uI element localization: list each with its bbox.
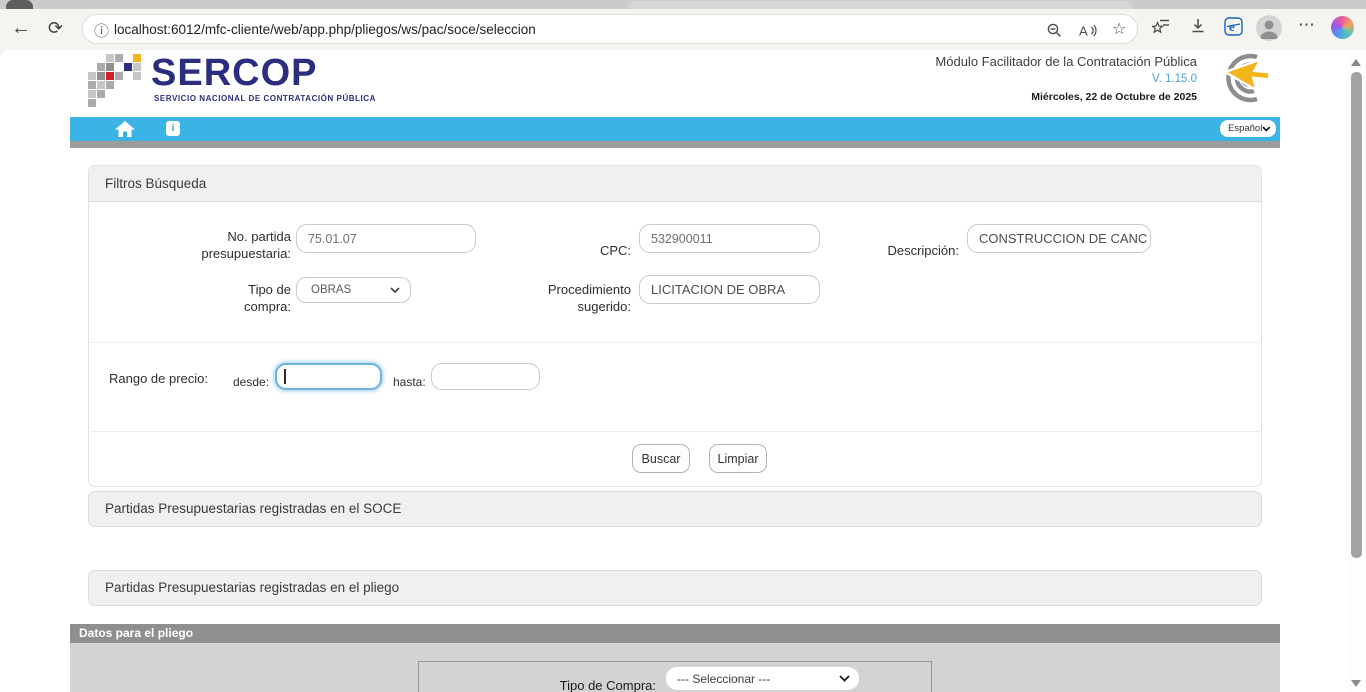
ie-mode-icon[interactable]: e [1224,17,1243,36]
page-scrollbar[interactable] [1347,50,1366,692]
cpc-label: CPC: [571,242,631,259]
partida-input[interactable] [296,224,476,253]
descripcion-input[interactable] [967,224,1151,253]
zoom-out-icon[interactable] [1047,23,1062,38]
url-text[interactable]: localhost:6012/mfc-cliente/web/app.php/p… [114,22,536,37]
read-aloud-icon[interactable]: A [1079,23,1098,38]
refresh-icon[interactable]: ⟳ [48,18,63,39]
address-bar[interactable]: ⓘ localhost:6012/mfc-cliente/web/app.php… [82,14,1138,44]
language-select[interactable]: Español [1220,120,1276,137]
filtros-panel: Filtros Búsqueda No. partida presupuesta… [88,165,1262,487]
nav-shadow-strip [70,141,1280,148]
cpc-input[interactable] [639,224,820,253]
filtros-header[interactable]: Filtros Búsqueda [89,166,1261,202]
browser-tab[interactable] [6,0,33,9]
divider [90,342,1260,343]
more-icon[interactable]: ⋯ [1298,15,1316,35]
chevron-down-icon [390,287,400,293]
browser-window: ← ⟳ ⓘ localhost:6012/mfc-cliente/web/app… [0,0,1366,692]
module-info: Módulo Facilitador de la Contratación Pú… [935,54,1197,103]
download-icon[interactable] [1190,18,1206,34]
svg-text:A: A [1079,24,1088,39]
mfc-logo [1197,50,1279,106]
back-icon[interactable]: ← [11,17,31,40]
procedimiento-input[interactable] [639,275,820,304]
scrollbar-thumb[interactable] [1351,72,1362,558]
hasta-label: hasta: [393,374,431,391]
profile-avatar[interactable] [1256,15,1282,41]
datos-pliego-box: Tipo de Compra: --- Seleccionar --- [418,661,932,692]
tipo-compra-select[interactable]: OBRAS [296,277,411,303]
sercop-logo-mosaic [88,54,150,112]
module-version: V. 1.15.0 [935,73,1197,85]
sercop-wordmark: SERCOP [151,52,317,95]
datos-pliego-area: Tipo de Compra: --- Seleccionar --- [70,643,1280,692]
text-caret [284,369,286,384]
partida-label: No. partida presupuestaria: [176,228,291,262]
copilot-icon[interactable] [1331,16,1354,39]
hasta-input[interactable] [431,363,540,390]
scrollbar-up-icon[interactable] [1351,59,1361,66]
datos-tipo-compra-label: Tipo de Compra: [536,678,656,692]
desde-input[interactable] [275,363,382,390]
browser-toolbar: ← ⟳ ⓘ localhost:6012/mfc-cliente/web/app… [0,9,1366,50]
home-icon[interactable] [114,120,136,138]
rango-precio-label: Rango de precio: [109,370,219,387]
language-label: Español [1228,123,1262,134]
procedimiento-label: Procedimiento sugerido: [521,281,631,315]
site-info-icon[interactable]: ⓘ [94,20,109,41]
datos-tipo-compra-value: --- Seleccionar --- [677,672,770,686]
tab-strip [0,0,1366,9]
sercop-tagline: SERVICIO NACIONAL DE CONTRATACIÓN PÚBLIC… [154,94,376,103]
chevron-down-icon [839,675,850,682]
section-soce-header[interactable]: Partidas Presupuestarias registradas en … [88,491,1262,527]
datos-tipo-compra-select[interactable]: --- Seleccionar --- [666,667,859,690]
favorite-star-icon[interactable]: ☆ [1112,19,1126,39]
buscar-button[interactable]: Buscar [632,444,690,473]
section-pliego-header[interactable]: Partidas Presupuestarias registradas en … [88,570,1262,606]
chevron-down-icon [1262,126,1271,132]
descripcion-label: Descripción: [869,242,959,259]
tipo-compra-label: Tipo de compra: [211,281,291,315]
web-page: SERCOP SERVICIO NACIONAL DE CONTRATACIÓN… [0,50,1366,692]
datos-pliego-titlebar: Datos para el pliego [70,624,1280,643]
app-navbar: i Español [70,117,1280,141]
current-date: Miércoles, 22 de Octubre de 2025 [935,91,1197,103]
info-icon[interactable]: i [166,121,180,136]
collections-icon[interactable] [1152,18,1170,35]
scrollbar-down-icon[interactable] [1351,680,1361,687]
active-tab-edge [627,1,1133,9]
tipo-compra-value: OBRAS [311,284,351,296]
desde-label: desde: [233,374,273,391]
module-title: Módulo Facilitador de la Contratación Pú… [935,54,1197,69]
limpiar-button[interactable]: Limpiar [709,444,767,473]
divider [90,431,1260,432]
